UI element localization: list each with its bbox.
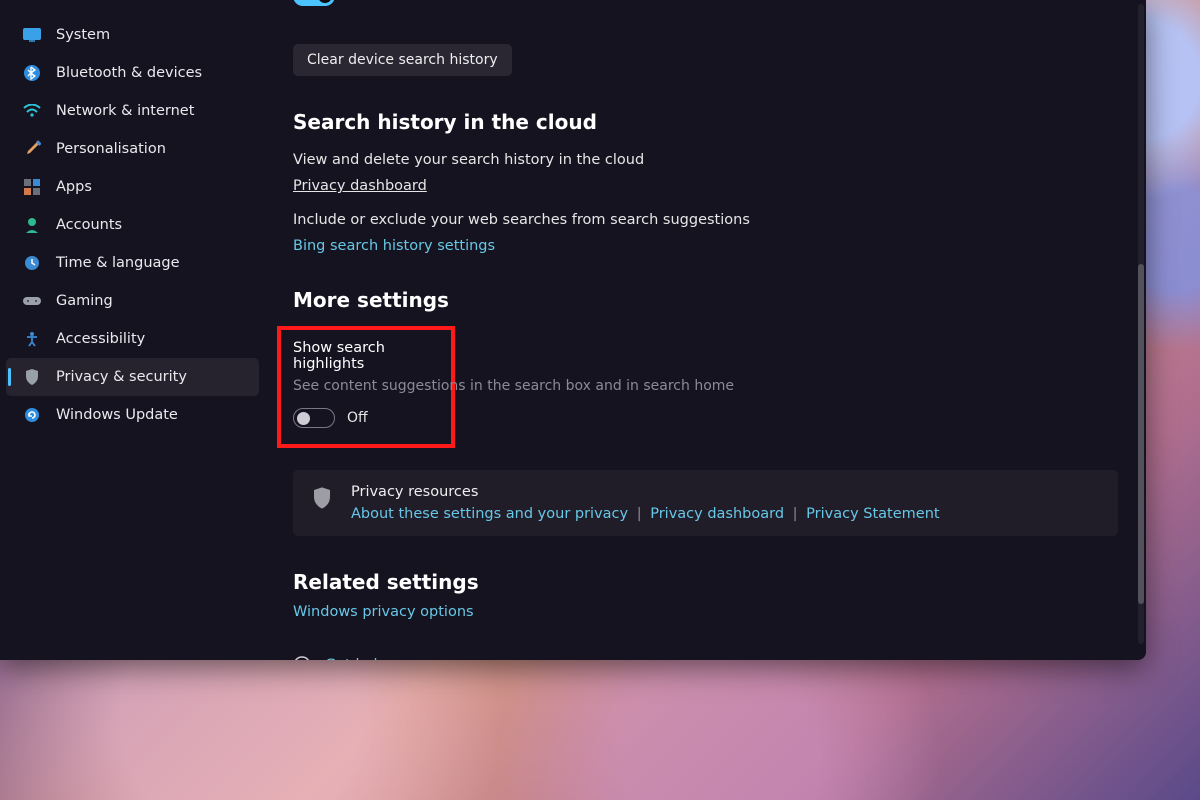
content-area: Off Privacy dashboard Clear device searc… — [265, 0, 1146, 660]
sidebar-item-label: Network & internet — [56, 103, 194, 119]
privacy-dashboard-link-2[interactable]: Privacy dashboard — [650, 506, 784, 522]
display-icon — [22, 25, 42, 45]
sidebar: System Bluetooth & devices Network & int… — [0, 0, 265, 660]
cloud-desc: View and delete your search history in t… — [293, 152, 1118, 168]
sidebar-item-update[interactable]: Windows Update — [0, 396, 265, 434]
gamepad-icon — [22, 291, 42, 311]
sidebar-item-label: Accounts — [56, 217, 122, 233]
toggle-state-label: Off — [345, 0, 366, 4]
apps-icon — [22, 177, 42, 197]
card-title: Privacy resources — [351, 484, 940, 500]
person-icon — [22, 215, 42, 235]
svg-text:?: ? — [299, 659, 305, 660]
sidebar-item-label: Privacy & security — [56, 369, 187, 385]
highlight-title: Show search highlights — [293, 340, 439, 372]
settings-window: System Bluetooth & devices Network & int… — [0, 0, 1146, 660]
sidebar-item-label: System — [56, 27, 110, 43]
windows-privacy-options-link[interactable]: Windows privacy options — [293, 604, 474, 620]
sidebar-item-label: Accessibility — [56, 331, 145, 347]
about-settings-link[interactable]: About these settings and your privacy — [351, 506, 628, 522]
toggle-state-label: Off — [347, 410, 368, 426]
more-settings-heading: More settings — [293, 288, 1118, 312]
scrollbar[interactable] — [1138, 4, 1144, 644]
separator: | — [637, 506, 642, 522]
sidebar-item-label: Gaming — [56, 293, 113, 309]
cloud-heading: Search history in the cloud — [293, 110, 1118, 134]
scrollbar-thumb[interactable] — [1138, 264, 1144, 604]
sidebar-item-bluetooth[interactable]: Bluetooth & devices — [0, 54, 265, 92]
wifi-icon — [22, 101, 42, 121]
shield-icon — [22, 367, 42, 387]
sidebar-item-privacy[interactable]: Privacy & security — [6, 358, 259, 396]
toggle-on-partial[interactable] — [293, 0, 335, 6]
bing-history-link[interactable]: Bing search history settings — [293, 238, 495, 254]
annotation-highlight: Show search highlights See content sugge… — [277, 326, 455, 448]
sidebar-item-time[interactable]: Time & language — [0, 244, 265, 282]
sidebar-item-network[interactable]: Network & internet — [0, 92, 265, 130]
privacy-dashboard-link[interactable]: Privacy dashboard — [293, 178, 427, 194]
clear-history-button[interactable]: Clear device search history — [293, 44, 512, 76]
clock-icon — [22, 253, 42, 273]
sidebar-item-personalisation[interactable]: Personalisation — [0, 130, 265, 168]
paintbrush-icon — [22, 139, 42, 159]
sidebar-item-accessibility[interactable]: Accessibility — [0, 320, 265, 358]
sidebar-item-label: Apps — [56, 179, 92, 195]
shield-icon — [311, 486, 333, 508]
sidebar-item-label: Personalisation — [56, 141, 166, 157]
sidebar-item-label: Windows Update — [56, 407, 178, 423]
help-icon: ? — [293, 656, 311, 660]
get-help-link[interactable]: Get help — [325, 657, 387, 660]
partial-top-setting: Off Privacy dashboard — [293, 0, 1118, 18]
highlight-sub: See content suggestions in the search bo… — [293, 378, 439, 394]
sidebar-item-label: Bluetooth & devices — [56, 65, 202, 81]
separator: | — [793, 506, 798, 522]
sidebar-item-gaming[interactable]: Gaming — [0, 282, 265, 320]
search-highlights-toggle[interactable] — [293, 408, 335, 428]
accessibility-icon — [22, 329, 42, 349]
include-desc: Include or exclude your web searches fro… — [293, 212, 1118, 228]
sidebar-item-system[interactable]: System — [0, 16, 265, 54]
update-icon — [22, 405, 42, 425]
bluetooth-icon — [22, 63, 42, 83]
related-heading: Related settings — [293, 570, 1118, 594]
privacy-resources-card: Privacy resources About these settings a… — [293, 470, 1118, 536]
sidebar-item-apps[interactable]: Apps — [0, 168, 265, 206]
sidebar-item-label: Time & language — [56, 255, 180, 271]
privacy-statement-link[interactable]: Privacy Statement — [806, 506, 939, 522]
sidebar-item-accounts[interactable]: Accounts — [0, 206, 265, 244]
get-help-row[interactable]: ? Get help — [293, 656, 1118, 660]
